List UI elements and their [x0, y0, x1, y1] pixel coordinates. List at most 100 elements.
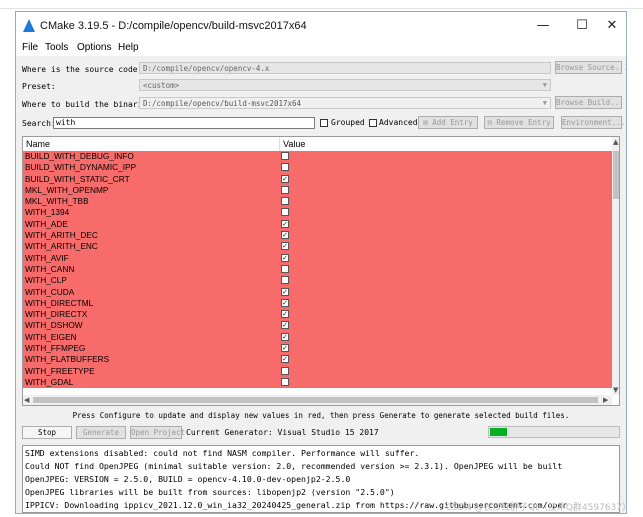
remove-entry-button[interactable]: ⊟ Remove Entry [484, 116, 554, 129]
close-icon[interactable]: ✕ [599, 16, 625, 36]
minus-icon: ⊟ [487, 118, 492, 127]
row-value-checkbox[interactable] [281, 152, 289, 160]
column-header-name[interactable]: Name [26, 139, 50, 149]
menu-options[interactable]: Options [77, 42, 111, 53]
browse-source-button[interactable]: Browse Source... [555, 61, 626, 74]
table-row[interactable]: WITH_FFMPEG ✓ [23, 343, 612, 355]
row-name: WITH_CANN [25, 263, 75, 274]
row-value-checkbox[interactable] [281, 163, 289, 172]
log-line: SIMD extensions disabled: could not find… [25, 448, 420, 458]
row-name: WITH_EIGEN [25, 331, 77, 342]
row-value-checkbox[interactable] [281, 366, 289, 375]
horizontal-scroll-thumb[interactable] [33, 397, 598, 403]
row-value-checkbox[interactable] [281, 197, 289, 206]
row-value-checkbox[interactable]: ✓ [281, 355, 289, 364]
chevron-down-icon: ▼ [542, 99, 547, 107]
source-path-field[interactable]: D:/compile/opencv/opencv-4.x [139, 62, 551, 74]
vertical-scrollbar[interactable]: ▲ ▼ [612, 137, 619, 395]
row-name: WITH_ADE [25, 218, 68, 229]
menu-help[interactable]: Help [118, 42, 139, 53]
row-name: BUILD_WITH_DYNAMIC_IPP [25, 162, 137, 173]
row-name: WITH_DSHOW [25, 320, 83, 331]
table-row[interactable]: WITH_1394 [23, 207, 612, 219]
row-value-checkbox[interactable]: ✓ [281, 174, 289, 183]
row-name: WITH_FFMPEG [25, 343, 86, 354]
row-value-checkbox[interactable] [281, 276, 289, 285]
row-name: WITH_AVIF [25, 252, 69, 263]
progress-bar [488, 426, 620, 438]
row-value-checkbox[interactable]: ✓ [281, 310, 289, 319]
row-value-checkbox[interactable]: ✓ [281, 332, 289, 341]
source-label: Where is the source code: [22, 65, 143, 74]
cache-table: Name Value BUILD_WITH_DEBUG_INFO BUILD_WI… [22, 136, 620, 406]
menu-tools[interactable]: Tools [45, 42, 68, 53]
watermark-text: CSDN @长沙红胖子Qt（技术Q群4597637） [445, 503, 631, 513]
preset-combo[interactable]: <custom> ▼ [139, 79, 551, 91]
search-label: Search: [22, 119, 56, 128]
row-value-checkbox[interactable]: ✓ [281, 231, 289, 240]
advanced-checkbox[interactable] [369, 119, 377, 127]
remove-entry-label: Remove Entry [496, 118, 551, 127]
row-name: WITH_CUDA [25, 286, 75, 297]
minimize-icon[interactable]: — [530, 16, 556, 36]
table-row[interactable]: MKL_WITH_TBB [23, 196, 612, 208]
table-row[interactable]: WITH_ADE ✓ [23, 218, 612, 231]
table-row[interactable]: WITH_ARITH_ENC ✓ [23, 241, 612, 253]
row-value-checkbox[interactable]: ✓ [281, 344, 289, 353]
table-row[interactable]: WITH_DSHOW ✓ [23, 320, 612, 332]
search-input[interactable]: with [53, 117, 315, 129]
table-row[interactable]: WITH_FLATBUFFERS ✓ [23, 354, 612, 366]
table-row[interactable]: WITH_CUDA ✓ [23, 286, 612, 298]
table-row[interactable]: WITH_GDAL [23, 376, 612, 389]
open-project-button[interactable]: Open Project [130, 426, 185, 439]
row-value-checkbox[interactable] [281, 185, 289, 194]
row-value-checkbox[interactable]: ✓ [281, 242, 289, 251]
build-path-combo[interactable]: D:/compile/opencv/build-msvc2017x64 ▼ [139, 97, 551, 109]
generate-button[interactable]: Generate [76, 426, 126, 439]
configure-hint: Press Configure to update and display ne… [72, 411, 570, 420]
menu-file[interactable]: File [22, 42, 38, 53]
grouped-checkbox[interactable] [320, 119, 328, 127]
add-entry-button[interactable]: ⊞ Add Entry [418, 116, 478, 129]
row-name: WITH_ARITH_ENC [25, 241, 98, 252]
chevron-down-icon: ▼ [542, 81, 547, 89]
grouped-label: Grouped [331, 118, 365, 127]
row-value-checkbox[interactable]: ✓ [281, 298, 289, 307]
table-row[interactable]: BUILD_WITH_DEBUG_INFO [23, 151, 612, 163]
scroll-right-icon[interactable]: ▶ [603, 396, 608, 404]
row-name: WITH_ARITH_DEC [25, 230, 98, 241]
scroll-left-icon[interactable]: ◀ [24, 396, 29, 404]
row-value-checkbox[interactable]: ✓ [281, 287, 289, 296]
table-row[interactable]: WITH_CANN [23, 263, 612, 276]
row-name: MKL_WITH_TBB [25, 196, 89, 207]
table-row[interactable]: WITH_ARITH_DEC ✓ [23, 230, 612, 242]
row-value-checkbox[interactable] [281, 377, 289, 386]
table-row[interactable]: WITH_AVIF ✓ [23, 252, 612, 264]
horizontal-scrollbar[interactable]: ◀ ▶ [23, 395, 612, 405]
table-row[interactable]: BUILD_WITH_STATIC_CRT ✓ [23, 173, 612, 185]
row-value-checkbox[interactable] [281, 264, 289, 273]
environment-button[interactable]: Environment... [561, 116, 625, 129]
row-value-checkbox[interactable]: ✓ [281, 253, 289, 262]
scroll-down-icon[interactable]: ▼ [613, 386, 618, 394]
table-row[interactable]: MKL_WITH_OPENMP [23, 184, 612, 197]
maximize-icon[interactable]: ☐ [569, 16, 595, 36]
table-row[interactable]: WITH_EIGEN ✓ [23, 331, 612, 344]
vertical-scroll-thumb[interactable] [613, 151, 619, 199]
row-value-checkbox[interactable]: ✓ [281, 321, 289, 330]
scroll-up-icon[interactable]: ▲ [613, 138, 618, 146]
row-name: BUILD_WITH_DEBUG_INFO [25, 151, 134, 161]
table-row[interactable]: WITH_FREETYPE [23, 365, 612, 377]
row-value-checkbox[interactable]: ✓ [281, 219, 289, 228]
log-line: Could NOT find OpenJPEG (minimal suitabl… [25, 461, 563, 471]
row-value-checkbox[interactable] [281, 208, 289, 217]
table-row[interactable]: BUILD_WITH_DYNAMIC_IPP [23, 162, 612, 174]
table-row[interactable]: WITH_DIRECTX ✓ [23, 309, 612, 321]
stop-button[interactable]: Stop [22, 426, 72, 439]
title-bar[interactable]: CMake 3.19.5 - D:/compile/opencv/build-m… [16, 12, 626, 40]
log-line: OpenJPEG libraries will be built from so… [25, 487, 395, 497]
table-row[interactable]: WITH_DIRECTML ✓ [23, 297, 612, 310]
browse-build-button[interactable]: Browse Build... [555, 96, 624, 109]
column-header-value[interactable]: Value [283, 139, 305, 149]
table-row[interactable]: WITH_CLP [23, 275, 612, 287]
